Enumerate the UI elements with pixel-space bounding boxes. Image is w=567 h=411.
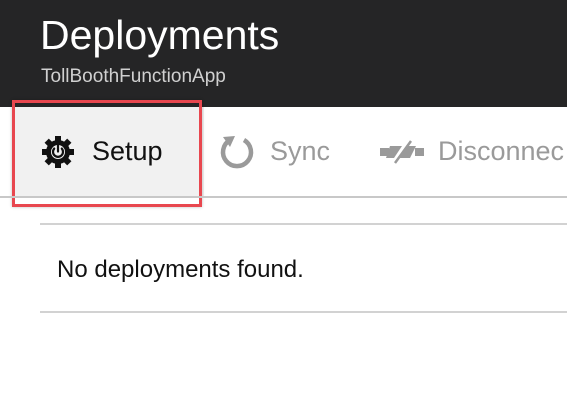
list-bottom-divider xyxy=(40,311,567,313)
page-subtitle: TollBoothFunctionApp xyxy=(41,66,226,87)
disconnect-button[interactable]: Disconnec xyxy=(380,107,564,196)
list-top-divider xyxy=(40,223,567,225)
setup-button[interactable]: Setup xyxy=(12,107,204,196)
setup-button-label: Setup xyxy=(92,136,163,166)
disconnect-icon xyxy=(380,139,424,165)
empty-state-message: No deployments found. xyxy=(57,256,304,283)
sync-icon xyxy=(218,133,256,171)
gear-icon xyxy=(38,132,78,172)
command-bar: Setup Sync Disconnec xyxy=(0,107,567,196)
sync-button-label: Sync xyxy=(270,136,331,166)
toolbar-divider xyxy=(0,196,567,198)
disconnect-button-label: Disconnec xyxy=(438,136,565,166)
sync-button[interactable]: Sync xyxy=(218,107,330,196)
page-title: Deployments xyxy=(40,12,280,58)
blade-header: Deployments TollBoothFunctionApp xyxy=(0,0,567,107)
